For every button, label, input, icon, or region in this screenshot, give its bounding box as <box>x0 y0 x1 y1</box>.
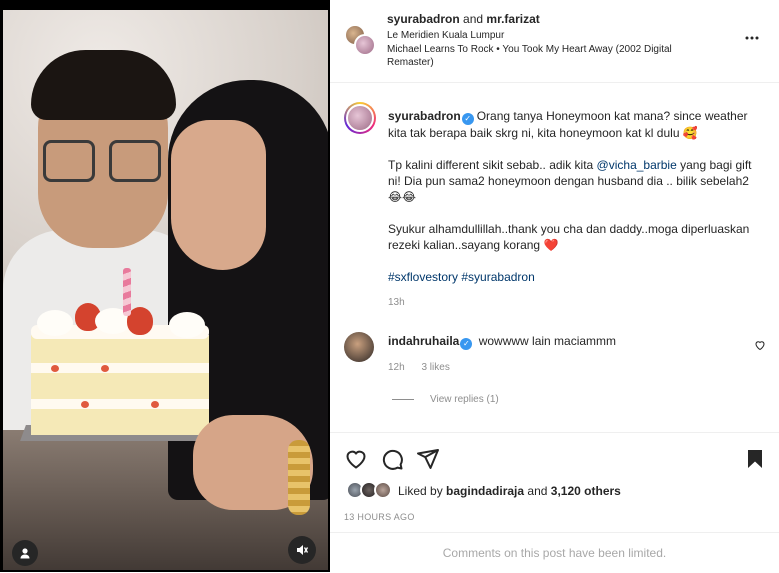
hashtag-link[interactable]: #sxflovestory <box>388 270 458 284</box>
share-icon[interactable] <box>416 447 440 471</box>
photo-woman-face <box>171 120 266 270</box>
save-bookmark-icon[interactable] <box>743 447 767 471</box>
photo-cream <box>169 312 205 338</box>
caption-avatar[interactable] <box>344 102 376 134</box>
post-media[interactable] <box>0 0 330 572</box>
comments-limited-notice: Comments on this post have been limited. <box>330 532 779 572</box>
liker-avatars[interactable] <box>346 481 394 501</box>
post-header: syurabadron and mr.farizat Le Meridien K… <box>330 0 779 83</box>
comment-text: wowwww lain maciammm <box>478 334 617 348</box>
comment-icon[interactable] <box>380 447 404 471</box>
comment-username[interactable]: indahruhaila <box>388 334 459 348</box>
likes-and: and <box>527 484 548 498</box>
caption-time[interactable]: 13h <box>388 297 405 308</box>
post-caption: syurabadron ✓ Orang tanya Honeymoon kat ma… <box>388 108 758 301</box>
tagged-users-icon[interactable] <box>12 540 38 566</box>
comment-time[interactable]: 12h <box>388 362 405 373</box>
comment-likes[interactable]: 3 likes <box>421 362 449 373</box>
photo-glasses <box>43 140 163 185</box>
view-replies-button[interactable]: View replies (1) <box>392 394 499 405</box>
liker-username[interactable]: bagindadiraja <box>446 484 524 498</box>
more-options-icon[interactable] <box>744 30 760 51</box>
audio-link[interactable]: Michael Learns To Rock • You Took My Hea… <box>387 43 707 69</box>
verified-badge-icon: ✓ <box>460 338 473 350</box>
caption-text: Syukur alhamdullillah..thank you cha dan… <box>388 222 750 252</box>
collab-avatars[interactable] <box>344 24 376 56</box>
comment-avatar[interactable] <box>344 332 374 362</box>
coauthor-username[interactable]: mr.farizat <box>486 12 539 26</box>
post-photo[interactable] <box>3 10 328 570</box>
comment-meta: 12h 3 likes <box>388 362 464 373</box>
caption-username[interactable]: syurabadron <box>388 109 461 123</box>
photo-man-hair <box>31 50 176 120</box>
mention-link[interactable]: @vicha_barbie <box>597 158 677 172</box>
replies-divider <box>392 399 414 400</box>
photo-candle <box>123 268 131 316</box>
comment: indahruhaila ✓ wowwww lain maciammm <box>388 334 616 350</box>
likes-summary: Liked by bagindadiraja and 3,120 others <box>346 481 621 501</box>
author-conjunction: and <box>463 12 484 26</box>
verified-badge-icon: ✓ <box>461 113 474 125</box>
caption-emoji: 🥰 <box>682 126 698 140</box>
like-icon[interactable] <box>344 447 368 471</box>
caption-emoji: 😂😂 <box>388 190 417 204</box>
comment-like-icon[interactable] <box>754 339 766 354</box>
photo-cake <box>31 335 209 435</box>
caption-text: Tp kalini different sikit sebab.. adik k… <box>388 158 597 172</box>
author-username[interactable]: syurabadron <box>387 12 460 26</box>
post-sidebar: syurabadron and mr.farizat Le Meridien K… <box>330 0 779 572</box>
avatar[interactable] <box>354 34 376 56</box>
mute-audio-icon[interactable] <box>288 536 316 564</box>
likes-prefix: Liked by <box>398 484 443 498</box>
photo-cream <box>37 310 73 336</box>
view-replies-label[interactable]: View replies (1) <box>430 394 499 405</box>
hashtag-link[interactable]: #syurabadron <box>461 270 534 284</box>
post-modal: syurabadron and mr.farizat Le Meridien K… <box>0 0 779 572</box>
post-date[interactable]: 13 HOURS AGO <box>344 512 415 522</box>
photo-bracelet <box>288 440 310 515</box>
likes-count-link[interactable]: 3,120 others <box>551 484 621 498</box>
location-link[interactable]: Le Meridien Kuala Lumpur <box>387 30 504 41</box>
post-authors: syurabadron and mr.farizat <box>387 12 540 26</box>
caption-emoji: ❤️ <box>543 238 559 252</box>
